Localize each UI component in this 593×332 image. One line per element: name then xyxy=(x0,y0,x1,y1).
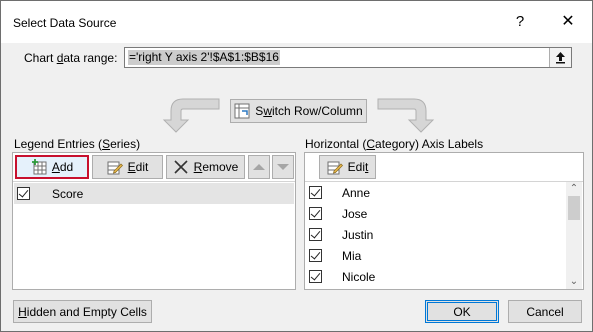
legend-toolbar: Add Edit Remove xyxy=(13,153,295,182)
edit-series-label: Edit xyxy=(127,160,149,174)
chart-data-range-value[interactable]: ='right Y axis 2'!$A$1:$B$16 xyxy=(128,50,280,65)
series-list-item[interactable]: Score xyxy=(14,183,294,204)
help-button[interactable]: ? xyxy=(509,11,531,33)
add-series-icon xyxy=(31,159,47,175)
chart-data-range-label: Chart data range: xyxy=(24,51,118,65)
collapse-arrow-icon xyxy=(556,52,565,64)
axis-toolbar: Edit xyxy=(305,153,583,182)
category-list-item[interactable]: Jose xyxy=(306,203,568,224)
category-checkbox[interactable] xyxy=(309,249,322,262)
category-scrollbar[interactable]: ⌃ ⌄ xyxy=(566,182,582,289)
category-list-item[interactable]: Mia xyxy=(306,245,568,266)
scroll-up-icon[interactable]: ⌃ xyxy=(566,182,582,196)
switch-right-arrow-icon xyxy=(377,98,435,133)
dialog-title: Select Data Source xyxy=(13,16,117,30)
edit-series-icon xyxy=(107,159,123,175)
switch-row-column-icon xyxy=(234,103,250,119)
move-down-button[interactable] xyxy=(272,155,294,179)
scroll-down-icon[interactable]: ⌄ xyxy=(566,275,582,289)
category-name: Justin xyxy=(342,228,374,242)
edit-series-button[interactable]: Edit xyxy=(92,155,163,179)
category-checkbox[interactable] xyxy=(309,207,322,220)
series-name: Score xyxy=(52,187,84,201)
title-bar: Select Data Source ? ✕ xyxy=(1,1,592,43)
category-list-item[interactable]: Anne xyxy=(306,182,568,203)
move-up-button[interactable] xyxy=(248,155,270,179)
cancel-button[interactable]: Cancel xyxy=(508,300,582,323)
edit-axis-labels-label: Edit xyxy=(347,160,369,174)
chart-data-range-input[interactable]: ='right Y axis 2'!$A$1:$B$16 xyxy=(124,47,572,68)
remove-x-icon xyxy=(173,159,189,175)
add-series-button[interactable]: Add xyxy=(15,155,89,179)
hidden-empty-cells-label: Hidden and Empty Cells xyxy=(18,304,147,319)
category-list-item[interactable]: Justin xyxy=(306,224,568,245)
remove-series-button[interactable]: Remove xyxy=(166,155,245,179)
close-button[interactable]: ✕ xyxy=(557,11,579,33)
legend-entries-label: Legend Entries (Series) xyxy=(14,137,141,151)
select-data-source-dialog: Select Data Source ? ✕ Chart data range:… xyxy=(0,0,593,332)
add-series-label: Add xyxy=(51,160,74,174)
category-list-item[interactable]: Nicole xyxy=(306,266,568,287)
category-name: Anne xyxy=(342,186,371,200)
legend-entries-panel: Add Edit Remove Score xyxy=(12,152,296,290)
move-up-icon xyxy=(253,164,265,170)
hidden-empty-cells-button[interactable]: Hidden and Empty Cells xyxy=(13,300,152,323)
category-name: Jose xyxy=(342,207,368,221)
axis-labels-panel: Edit Anne Jose Justin Mia Nicole ⌃ ⌄ xyxy=(304,152,584,290)
category-name: Mia xyxy=(342,249,362,263)
axis-labels-label: Horizontal (Category) Axis Labels xyxy=(305,137,484,151)
switch-row-column-label: Switch Row/Column xyxy=(255,104,363,118)
category-name: Nicole xyxy=(342,270,376,284)
category-checkbox[interactable] xyxy=(309,270,322,283)
scrollbar-thumb[interactable] xyxy=(568,196,580,220)
collapse-dialog-button[interactable] xyxy=(549,48,571,67)
ok-button[interactable]: OK xyxy=(425,300,499,323)
switch-left-arrow-icon xyxy=(162,98,220,133)
category-checkbox[interactable] xyxy=(309,186,322,199)
edit-axis-labels-button[interactable]: Edit xyxy=(319,155,376,179)
series-checkbox[interactable] xyxy=(17,187,30,200)
switch-row-column-button[interactable]: Switch Row/Column xyxy=(230,99,367,123)
move-down-icon xyxy=(277,164,289,170)
remove-series-label: Remove xyxy=(193,160,239,174)
edit-axis-icon xyxy=(327,159,343,175)
category-checkbox[interactable] xyxy=(309,228,322,241)
